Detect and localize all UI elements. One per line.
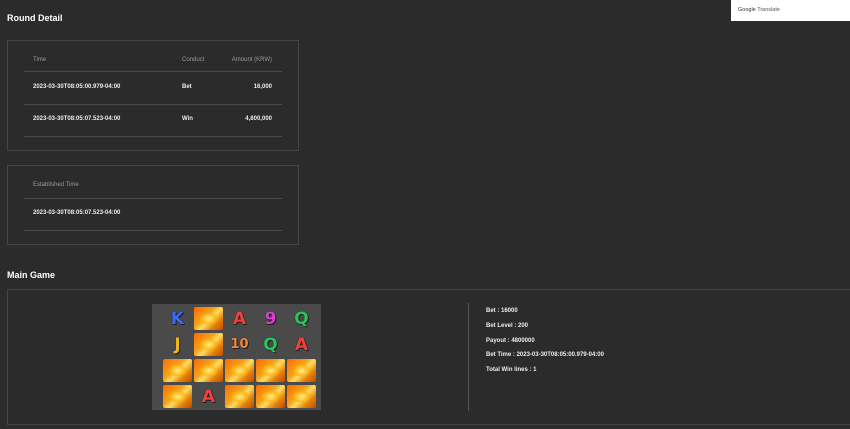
established-header-row: Established Time — [24, 182, 282, 199]
round-detail-table: Time Conduct Amount (KRW) 2023-03-30T08:… — [7, 40, 299, 151]
info-bet-level: Bet Level : 200 — [486, 323, 529, 329]
slot-reels: K A 9 Q J 10 Q A A — [152, 304, 321, 410]
translate-brand: Google — [738, 7, 756, 13]
established-time-box: Established Time 2023-03-30T08:05:07.523… — [7, 165, 299, 245]
wild-symbol-icon — [287, 359, 316, 382]
wild-symbol-icon — [225, 385, 254, 408]
reel-symbol-j: J — [174, 334, 181, 355]
reel-symbol-q: Q — [263, 334, 278, 355]
round-detail-title: Round Detail — [7, 13, 63, 23]
reel-symbol-9: 9 — [264, 308, 277, 329]
wild-symbol-icon — [194, 333, 223, 356]
established-value-row: 2023-03-30T08:05:07.523-04:00 — [24, 210, 282, 231]
wild-symbol-icon — [256, 359, 285, 382]
info-bet: Bet : 16000 — [486, 308, 518, 314]
main-game-panel — [7, 289, 850, 425]
main-game-title: Main Game — [7, 270, 56, 280]
established-value: 2023-03-30T08:05:07.523-04:00 — [33, 210, 121, 216]
divider — [468, 303, 469, 411]
row-conduct: Win — [182, 116, 193, 122]
wild-symbol-icon — [194, 359, 223, 382]
header-time: Time — [33, 57, 47, 63]
reel-symbol-a: A — [294, 334, 309, 355]
header-conduct: Conduct — [182, 57, 205, 63]
reel-symbol-k: K — [170, 308, 185, 329]
wild-symbol-icon — [225, 359, 254, 382]
info-total-win-lines: Total Win lines : 1 — [486, 367, 537, 373]
info-bet-time: Bet Time : 2023-03-30T08:05:00.979-04:00 — [486, 352, 604, 358]
reel-symbol-q: Q — [294, 308, 309, 329]
reel-symbol-10: 10 — [230, 337, 249, 352]
table-row: 2023-03-30T08:05:00.979-04:00 Bet 16,000 — [24, 84, 282, 105]
wild-symbol-icon — [287, 385, 316, 408]
wild-symbol-icon — [163, 359, 192, 382]
wild-symbol-icon — [256, 385, 285, 408]
row-amount: 16,000 — [253, 84, 272, 90]
wild-symbol-icon — [194, 307, 223, 330]
header-amount: Amount (KRW) — [231, 57, 272, 63]
established-header: Established Time — [33, 182, 79, 188]
table-row: 2023-03-30T08:05:07.523-04:00 Win 4,800,… — [24, 116, 282, 137]
translate-label: Translate — [757, 7, 780, 13]
reel-symbol-a: A — [201, 386, 216, 407]
row-amount: 4,800,000 — [245, 116, 272, 122]
info-payout: Payout : 4800000 — [486, 338, 535, 344]
table-header: Time Conduct Amount (KRW) — [24, 57, 282, 72]
row-time: 2023-03-30T08:05:00.979-04:00 — [33, 84, 121, 90]
google-translate-widget[interactable]: Google Translate — [731, 0, 850, 21]
row-time: 2023-03-30T08:05:07.523-04:00 — [33, 116, 121, 122]
row-conduct: Bet — [182, 84, 192, 90]
reel-symbol-a: A — [232, 308, 247, 329]
wild-symbol-icon — [163, 385, 192, 408]
